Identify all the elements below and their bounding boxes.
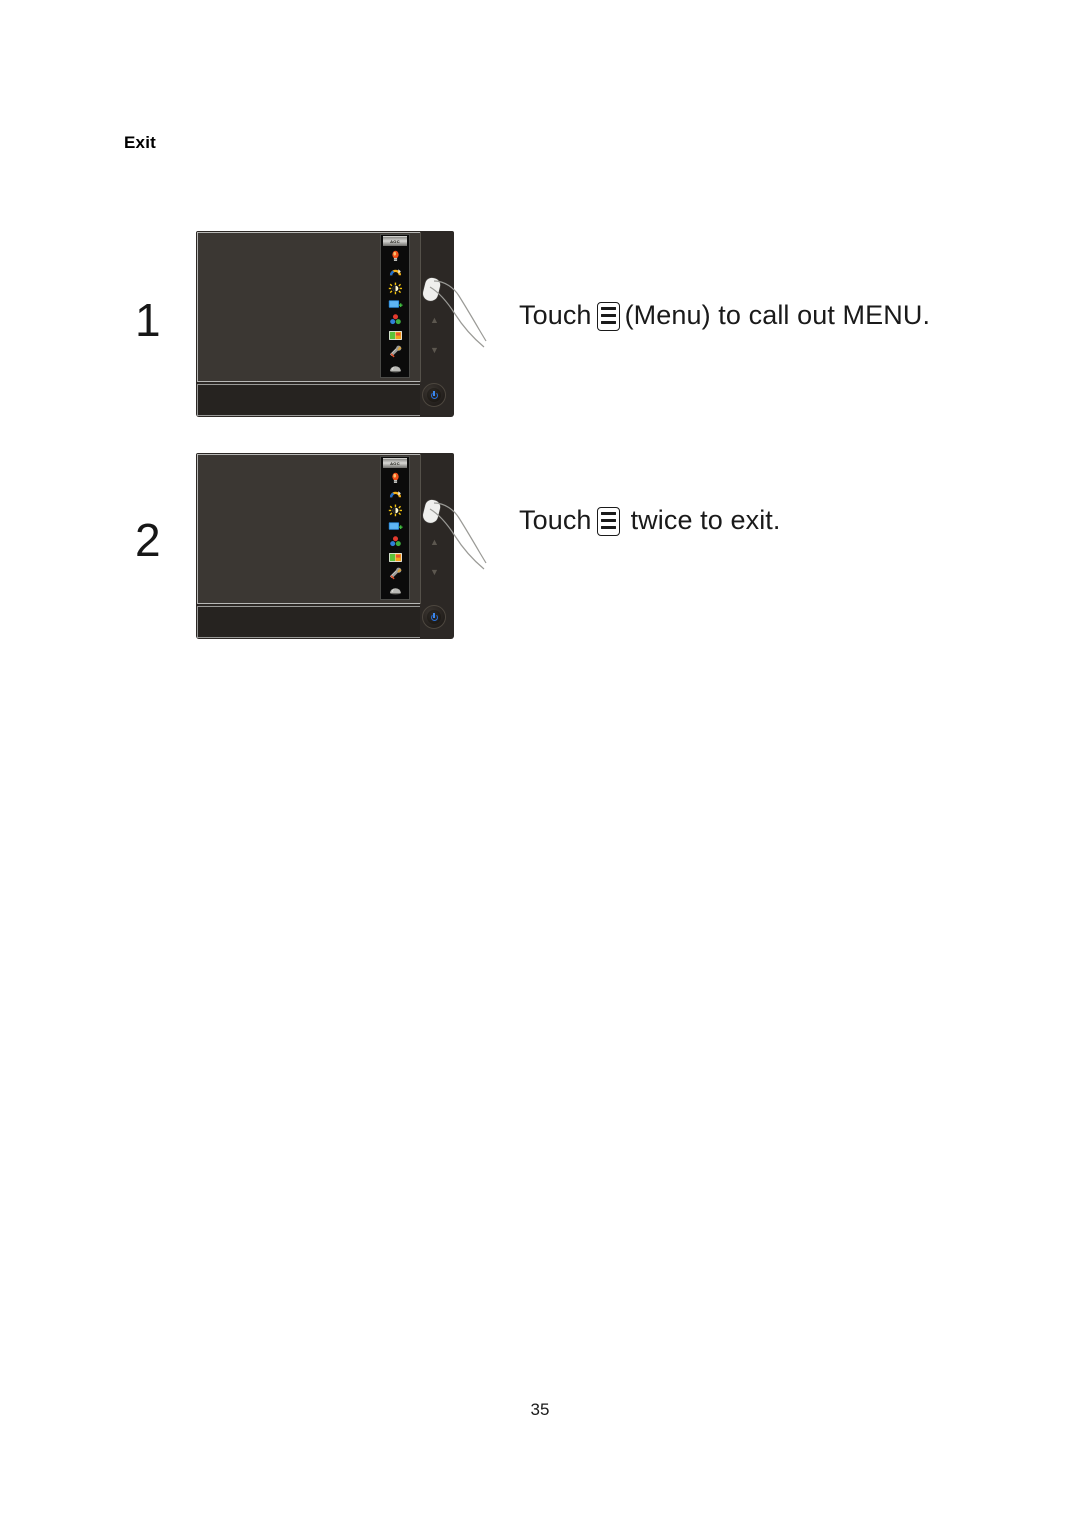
- osd-menu: AOC: [380, 456, 410, 600]
- power-button-inner: [427, 610, 441, 624]
- osd-icon-list: [381, 246, 409, 377]
- step-number: 1: [135, 294, 161, 346]
- step-1-row: 1 AOC ▲ ▼ Touch (Menu) to call out MENU.: [0, 225, 1080, 425]
- extra-icon[interactable]: [388, 329, 403, 342]
- picture-boost-icon[interactable]: [388, 298, 403, 311]
- power-button-inner: [427, 388, 441, 402]
- exit-icon[interactable]: [388, 361, 403, 374]
- page-number: 35: [530, 1400, 550, 1419]
- nav-down-button[interactable]: ▼: [430, 568, 439, 577]
- aoc-logo: AOC: [383, 458, 407, 468]
- power-icon: [430, 612, 438, 621]
- instruction-suffix: twice to exit.: [630, 505, 781, 535]
- power-button[interactable]: [422, 605, 446, 629]
- monitor-illustration-step-1: AOC ▲ ▼: [196, 231, 487, 417]
- image-setup-icon[interactable]: [388, 488, 403, 501]
- reset-tools-icon[interactable]: [388, 345, 403, 358]
- monitor-bottom-bezel: [197, 606, 420, 638]
- panel-edge: [420, 454, 421, 604]
- nav-down-button[interactable]: ▼: [430, 346, 439, 355]
- step-2-row: 2 AOC ▲ ▼ Touch twice to exit.: [0, 447, 1080, 647]
- extra-icon[interactable]: [388, 551, 403, 564]
- aoc-logo: AOC: [383, 236, 407, 246]
- image-setup-icon[interactable]: [388, 266, 403, 279]
- instruction-prefix: Touch: [519, 300, 592, 330]
- instruction-suffix: (Menu) to call out MENU.: [624, 300, 931, 330]
- luminance-icon[interactable]: [388, 472, 403, 485]
- panel-edge: [420, 232, 421, 382]
- nav-up-button[interactable]: ▲: [430, 538, 439, 547]
- step-number: 2: [135, 514, 161, 566]
- picture-boost-icon[interactable]: [388, 520, 403, 533]
- reset-tools-icon[interactable]: [388, 567, 403, 580]
- osd-setup-icon[interactable]: [388, 535, 403, 548]
- luminance-icon[interactable]: [388, 250, 403, 263]
- osd-icon-list: [381, 468, 409, 599]
- monitor-bottom-bezel: [197, 384, 420, 416]
- nav-up-button[interactable]: ▲: [430, 316, 439, 325]
- power-button[interactable]: [422, 383, 446, 407]
- monitor-illustration-step-2: AOC ▲ ▼: [196, 453, 487, 639]
- step-1-instruction: Touch (Menu) to call out MENU.: [519, 300, 930, 331]
- instruction-prefix: Touch: [519, 505, 592, 535]
- page-title: Exit: [124, 133, 156, 152]
- step-2-instruction: Touch twice to exit.: [519, 505, 781, 536]
- color-setup-icon[interactable]: [388, 282, 403, 295]
- power-icon: [430, 390, 438, 399]
- osd-menu: AOC: [380, 234, 410, 378]
- color-setup-icon[interactable]: [388, 504, 403, 517]
- osd-setup-icon[interactable]: [388, 313, 403, 326]
- exit-icon[interactable]: [388, 583, 403, 596]
- menu-icon: [596, 302, 620, 331]
- menu-icon: [596, 507, 620, 536]
